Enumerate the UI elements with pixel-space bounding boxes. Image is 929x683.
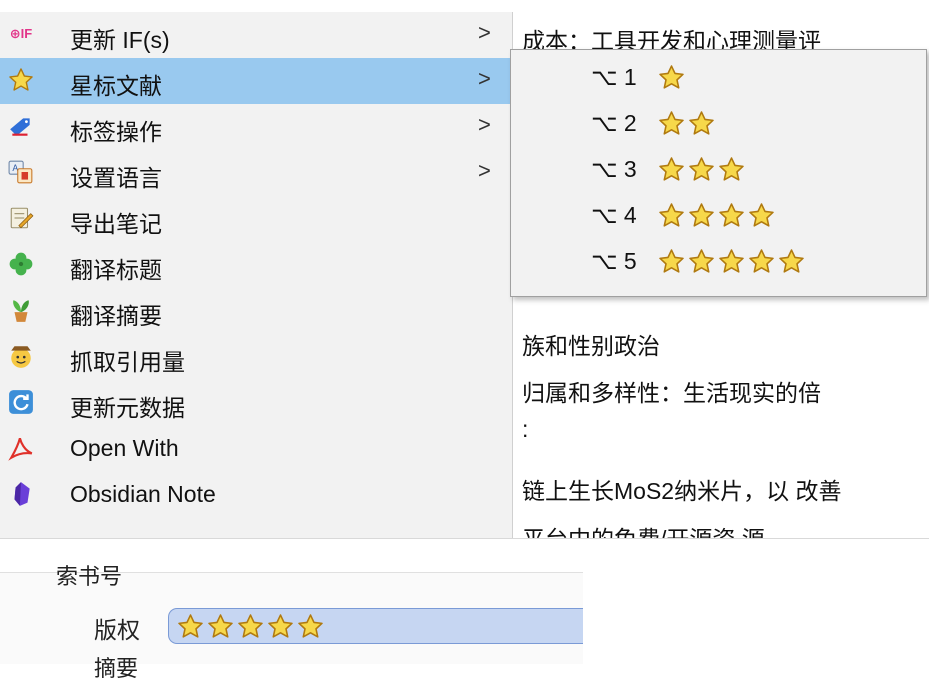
menu-item-fetch-citations[interactable]: 抓取引用量	[0, 334, 512, 380]
star-icon	[659, 65, 684, 89]
star-rating-submenu: ⌥ 1 ⌥ 2 ⌥ 3 ⌥ 4 ⌥ 5	[510, 49, 927, 297]
stars-group	[658, 110, 715, 138]
rating-option-2[interactable]: ⌥ 2	[511, 102, 926, 148]
menu-item-set-language[interactable]: A 设置语言 >	[0, 150, 512, 196]
star-icon	[298, 614, 323, 638]
shortcut-label: ⌥ 5	[591, 248, 637, 274]
star-icon	[719, 249, 744, 273]
list-item[interactable]: 链上生长MoS2纳米片，以 改善	[522, 472, 841, 506]
menu-item-update-if[interactable]: ⊕IF 更新 IF(s) >	[0, 12, 512, 58]
star-icon	[268, 614, 293, 638]
shortcut-label: ⌥ 1	[591, 64, 637, 90]
submenu-arrow-icon: >	[478, 66, 491, 91]
list-item[interactable]: 归属和多样性：生活现实的倍	[522, 374, 821, 408]
menu-item-label: 更新元数据	[70, 395, 185, 421]
menu-item-update-metadata[interactable]: 更新元数据	[0, 380, 512, 426]
rating-option-5[interactable]: ⌥ 5	[511, 240, 926, 286]
if-badge-icon: ⊕IF	[9, 26, 33, 41]
field-label-call-number: 索书号	[56, 564, 123, 589]
star-icon	[659, 249, 684, 273]
clover-icon	[8, 251, 34, 277]
acrobat-icon	[8, 435, 34, 461]
menu-item-label: Obsidian Note	[70, 481, 216, 507]
stars-group	[658, 64, 685, 92]
menu-item-open-with[interactable]: Open With	[0, 426, 512, 472]
rating-option-1[interactable]: ⌥ 1	[511, 56, 926, 102]
menu-item-label: 翻译标题	[70, 257, 162, 283]
rating-option-4[interactable]: ⌥ 4	[511, 194, 926, 240]
stars-group	[658, 248, 805, 276]
top-screenshot-panel: 成本：工具开发和心理测量评 族和性别政治 归属和多样性：生活现实的倍 : 链上生…	[0, 12, 929, 539]
menu-item-label: 翻译摘要	[70, 303, 162, 329]
stars-group	[658, 202, 775, 230]
list-item[interactable]: 平台中的免费/开源资 源	[522, 520, 765, 538]
menu-item-tag-actions[interactable]: 标签操作 >	[0, 104, 512, 150]
star-icon	[238, 614, 263, 638]
star-icon	[689, 111, 714, 135]
star-icon	[749, 249, 774, 273]
menu-item-label: 星标文献	[70, 73, 162, 99]
stars-group	[177, 613, 324, 640]
star-icon	[208, 614, 233, 638]
list-item[interactable]: 族和性别政治	[522, 327, 660, 361]
menu-item-export-notes[interactable]: 导出笔记	[0, 196, 512, 242]
field-label-rights: 版权	[94, 617, 140, 643]
tag-pen-icon	[8, 113, 34, 139]
star-icon	[689, 203, 714, 227]
context-menu: ⊕IF 更新 IF(s) > 星标文献 > 标签操作 > A 设置语言 > 导出…	[0, 12, 513, 538]
shortcut-label: ⌥ 2	[591, 110, 637, 136]
menu-item-label: 设置语言	[70, 165, 162, 191]
menu-item-star-papers[interactable]: 星标文献 >	[0, 58, 512, 104]
submenu-arrow-icon: >	[478, 20, 491, 45]
rights-rating-field[interactable]	[168, 608, 583, 644]
notepad-icon	[8, 205, 34, 231]
shortcut-label: ⌥ 3	[591, 156, 637, 182]
submenu-arrow-icon: >	[478, 112, 491, 137]
star-icon	[659, 111, 684, 135]
shortcut-label: ⌥ 4	[591, 202, 637, 228]
cowboy-icon	[8, 343, 34, 369]
menu-item-translate-abstract[interactable]: 翻译摘要	[0, 288, 512, 334]
list-item[interactable]: :	[522, 416, 528, 443]
star-icon	[659, 203, 684, 227]
item-info-panel: 索书号 版权 摘要	[0, 564, 583, 681]
star-icon	[719, 157, 744, 181]
menu-item-translate-title[interactable]: 翻译标题	[0, 242, 512, 288]
star-icon	[178, 614, 203, 638]
star-icon	[749, 203, 774, 227]
rating-option-3[interactable]: ⌥ 3	[511, 148, 926, 194]
submenu-arrow-icon: >	[478, 158, 491, 183]
field-label-abstract: 摘要	[94, 656, 139, 681]
star-icon	[689, 157, 714, 181]
menu-item-label: Open With	[70, 435, 179, 461]
menu-item-label: 导出笔记	[70, 211, 162, 237]
menu-item-label: 标签操作	[70, 119, 162, 145]
obsidian-icon	[8, 481, 34, 507]
star-icon	[779, 249, 804, 273]
menu-item-label: 更新 IF(s)	[70, 27, 170, 53]
star-icon	[689, 249, 714, 273]
menu-item-label: 抓取引用量	[70, 349, 185, 375]
star-icon	[719, 203, 744, 227]
language-icon: A	[8, 159, 34, 185]
menu-item-obsidian-note[interactable]: Obsidian Note	[0, 472, 512, 518]
star-icon	[659, 157, 684, 181]
stars-group	[658, 156, 745, 184]
plant-icon	[8, 297, 34, 323]
star-icon	[8, 67, 34, 93]
refresh-icon	[8, 389, 34, 415]
